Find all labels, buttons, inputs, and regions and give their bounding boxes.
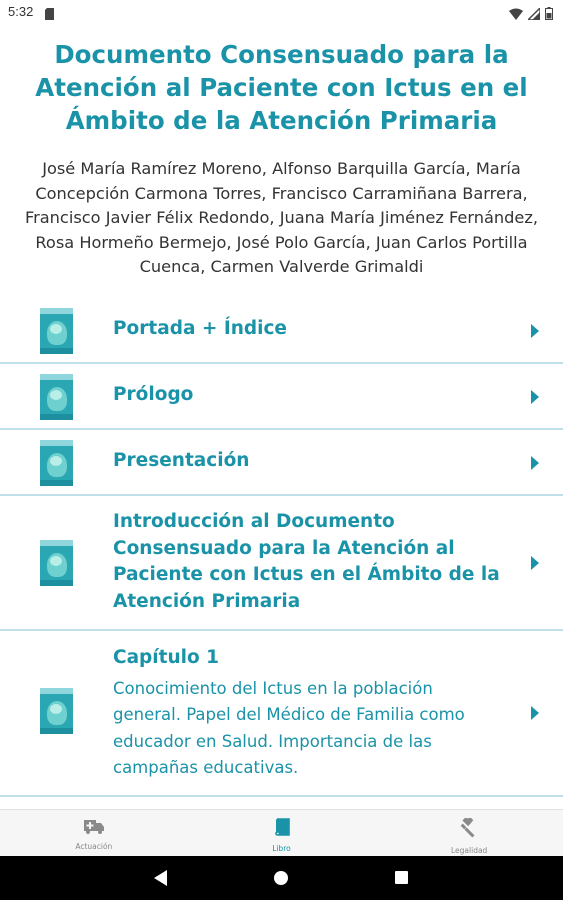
chevron-right-icon	[531, 456, 539, 470]
book-icon	[273, 818, 291, 840]
status-time: 5:32	[8, 4, 34, 19]
book-cover-thumbnail	[40, 688, 73, 734]
list-item-title: Introducción al Documento Consensuado pa…	[113, 511, 500, 612]
list-item-introduccion[interactable]: Introducción al Documento Consensuado pa…	[0, 496, 563, 631]
page-title: Documento Consensuado para la Atención a…	[35, 40, 528, 135]
book-cover-thumbnail	[40, 308, 73, 354]
battery-icon	[545, 5, 553, 24]
ambulance-icon	[83, 818, 105, 838]
list-item-title: Presentación	[113, 450, 250, 471]
tab-actuacion[interactable]: Actuación	[0, 810, 188, 856]
chapter-list: Portada + Índice Prólogo Presentación In…	[0, 298, 563, 797]
list-item-capitulo-1[interactable]: Capítulo 1 Conocimiento del Ictus en la …	[0, 631, 563, 797]
list-item-title: Portada + Índice	[113, 318, 287, 339]
sd-card-icon	[45, 5, 54, 24]
bottom-navigation: Actuación Libro Legalidad	[0, 809, 563, 856]
book-cover-thumbnail	[40, 440, 73, 486]
chevron-right-icon	[531, 706, 539, 720]
list-item-prologo[interactable]: Prólogo	[0, 364, 563, 430]
tab-label: Actuación	[75, 842, 113, 851]
main-content[interactable]: Documento Consensuado para la Atención a…	[0, 24, 563, 809]
list-item-presentacion[interactable]: Presentación	[0, 430, 563, 496]
chevron-right-icon	[531, 556, 539, 570]
document-authors: José María Ramírez Moreno, Alfonso Barqu…	[24, 159, 539, 276]
tab-libro[interactable]: Libro	[188, 810, 376, 856]
chevron-right-icon	[531, 324, 539, 338]
tab-label: Legalidad	[451, 846, 488, 855]
signal-icon	[526, 5, 541, 24]
back-button[interactable]	[154, 870, 168, 890]
list-item-title: Capítulo 1	[113, 647, 220, 668]
system-navigation-bar	[0, 856, 563, 900]
book-cover-thumbnail	[40, 374, 73, 420]
wifi-icon	[509, 5, 523, 24]
status-icons	[509, 5, 553, 24]
status-bar: 5:32	[0, 0, 563, 24]
gavel-icon	[459, 816, 479, 842]
tab-label: Libro	[272, 844, 291, 853]
chevron-right-icon	[531, 390, 539, 404]
book-cover-thumbnail	[40, 540, 73, 586]
tab-legalidad[interactable]: Legalidad	[375, 810, 563, 856]
list-item-subtitle: Conocimiento del Ictus en la población g…	[113, 678, 465, 778]
recents-button[interactable]	[394, 870, 409, 889]
home-button[interactable]	[273, 870, 289, 890]
list-item-portada[interactable]: Portada + Índice	[0, 298, 563, 364]
list-item-title: Prólogo	[113, 384, 194, 405]
